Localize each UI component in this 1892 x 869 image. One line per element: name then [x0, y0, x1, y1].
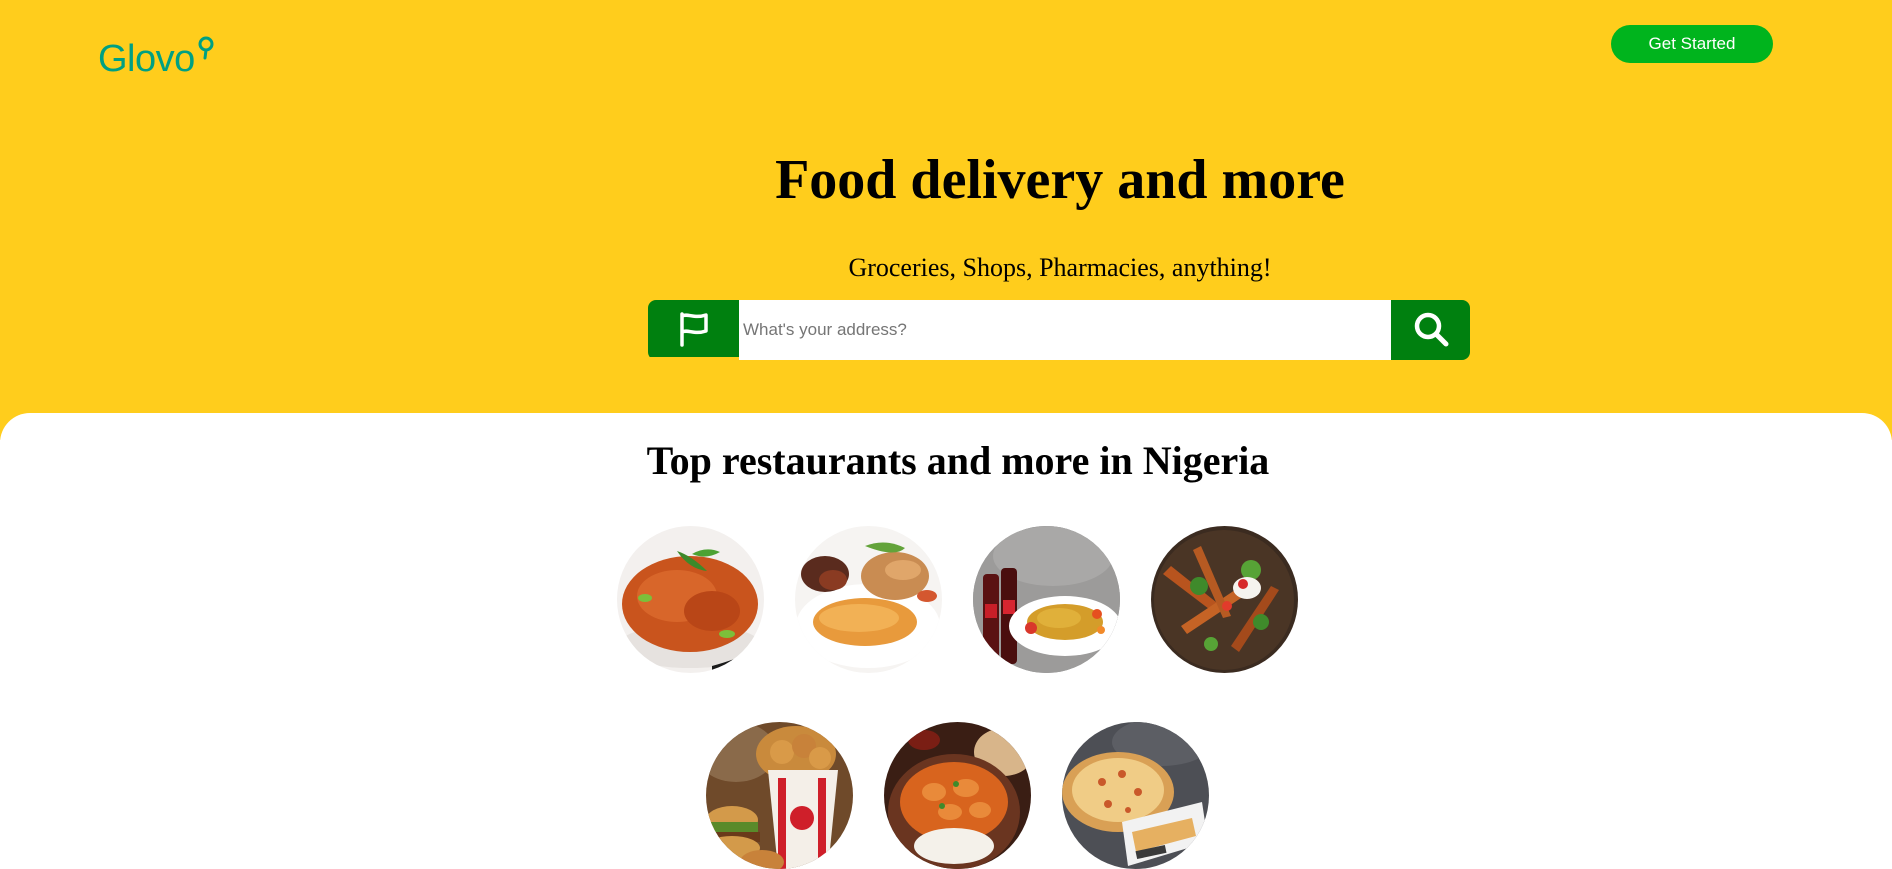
restaurant-image-rice-chicken-plate[interactable] [795, 526, 942, 673]
restaurant-image-jollof-with-coke[interactable] [973, 526, 1120, 673]
hero-title: Food delivery and more [775, 149, 1345, 211]
hero-section [0, 0, 1892, 440]
search-button[interactable] [1391, 300, 1470, 360]
hero-subtitle: Groceries, Shops, Pharmacies, anything! [848, 253, 1272, 282]
address-input[interactable] [739, 300, 1391, 360]
restaurant-image-salad-plantain[interactable] [1151, 526, 1298, 673]
restaurant-image-curry-rice[interactable] [884, 722, 1031, 869]
restaurant-image-kfc-bucket[interactable] [706, 722, 853, 869]
restaurant-image-pizza[interactable] [1062, 722, 1209, 869]
get-started-button[interactable]: Get Started [1611, 25, 1773, 63]
glovo-logo[interactable]: Glovo [98, 36, 215, 82]
address-search-bar [648, 300, 1470, 360]
restaurant-image-jollof-rice[interactable] [617, 526, 764, 673]
search-icon [1414, 312, 1448, 347]
country-flag-button[interactable] [648, 300, 739, 357]
logo-text: Glovo [98, 38, 195, 80]
location-pin-icon [198, 36, 214, 60]
restaurants-title: Top restaurants and more in Nigeria [646, 438, 1270, 483]
flag-icon [679, 311, 708, 347]
